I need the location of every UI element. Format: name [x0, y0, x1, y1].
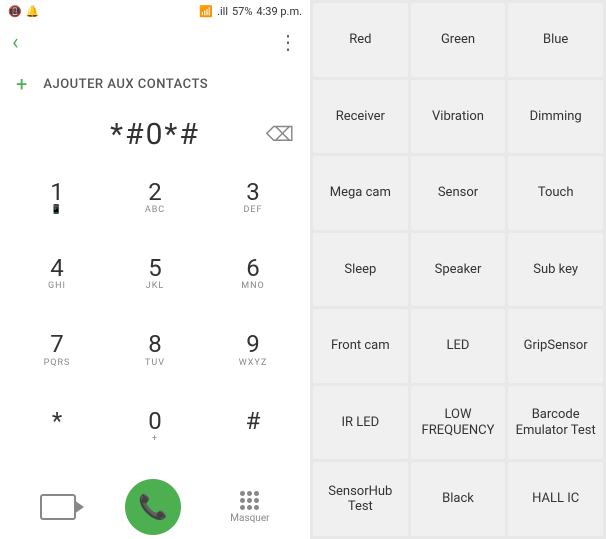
key-3[interactable]: 3 DEF: [204, 166, 302, 230]
test-btn-front-cam[interactable]: Front cam: [313, 309, 408, 383]
test-btn-low-frequency[interactable]: LOW FREQUENCY: [411, 386, 506, 460]
phone-icon: 📞: [138, 493, 168, 521]
key-3-sub: DEF: [244, 205, 263, 217]
dot: [254, 491, 259, 496]
dot: [240, 491, 245, 496]
key-6[interactable]: 6 MNO: [204, 242, 302, 306]
status-left: 📵 🔔: [8, 5, 39, 18]
test-btn-black[interactable]: Black: [411, 462, 506, 536]
key-4-sub: GHI: [48, 281, 66, 293]
clock: 4:39 p.m.: [256, 5, 302, 18]
key-8-main: 8: [148, 331, 162, 357]
grid-dots: [240, 491, 259, 510]
key-2-sub: ABC: [145, 205, 165, 217]
phone-dialer-panel: 📵 🔔 📶 .ill 57% 4:39 p.m. ‹ ⋮ + AJOUTER A…: [0, 0, 310, 539]
wifi-icon: 📶: [199, 5, 213, 18]
grid-icon: [240, 491, 259, 510]
key-4[interactable]: 4 GHI: [8, 242, 106, 306]
key-5-main: 5: [148, 255, 162, 281]
key-1[interactable]: 1 📱: [8, 166, 106, 230]
key-9[interactable]: 9 WXYZ: [204, 319, 302, 383]
test-buttons-panel: RedGreenBlue ReceiverVibrationDimming Mega…: [310, 0, 606, 539]
video-call-button[interactable]: [40, 494, 76, 520]
hide-keypad-button[interactable]: Masquer: [230, 491, 269, 524]
dialer-display: *#0*# ⌫: [0, 106, 310, 162]
test-btn-receiver[interactable]: Receiver: [313, 80, 408, 154]
key-1-sub: 📱: [51, 205, 63, 217]
key-hash-main: #: [246, 408, 261, 434]
test-btn-blue[interactable]: Blue: [508, 3, 603, 77]
add-contact-icon: +: [16, 72, 27, 96]
key-5-sub: JKL: [146, 281, 164, 293]
dot: [240, 498, 245, 503]
status-right: 📶 .ill 57% 4:39 p.m.: [199, 5, 302, 18]
add-contact-label: AJOUTER AUX CONTACTS: [43, 77, 208, 92]
key-7-sub: PQRS: [44, 358, 71, 370]
test-btn-sensorhub-test[interactable]: SensorHub Test: [313, 462, 408, 536]
key-0[interactable]: 0 +: [106, 395, 204, 459]
test-btn-speaker[interactable]: Speaker: [411, 233, 506, 307]
key-8[interactable]: 8 TUV: [106, 319, 204, 383]
test-btn-sleep[interactable]: Sleep: [313, 233, 408, 307]
add-contact-bar[interactable]: + AJOUTER AUX CONTACTS: [0, 62, 310, 106]
test-btn-touch[interactable]: Touch: [508, 156, 603, 230]
key-2-main: 2: [148, 179, 162, 205]
key-3-main: 3: [246, 179, 260, 205]
key-hash[interactable]: #: [204, 395, 302, 459]
key-4-main: 4: [50, 255, 64, 281]
test-btn-barcode-emulator-test[interactable]: Barcode Emulator Test: [508, 386, 603, 460]
key-8-sub: TUV: [145, 358, 165, 370]
call-button[interactable]: 📞: [125, 479, 181, 535]
key-5[interactable]: 5 JKL: [106, 242, 204, 306]
dot: [247, 491, 252, 496]
test-btn-vibration[interactable]: Vibration: [411, 80, 506, 154]
dot: [254, 505, 259, 510]
more-options-button[interactable]: ⋮: [278, 30, 298, 54]
dot: [247, 505, 252, 510]
test-btn-sub-key[interactable]: Sub key: [508, 233, 603, 307]
keypad: 1 📱 2 ABC 3 DEF 4 GHI 5 JKL 6 MNO 7 PQRS: [0, 162, 310, 475]
back-button[interactable]: ‹: [12, 30, 19, 55]
test-btn-green[interactable]: Green: [411, 3, 506, 77]
test-btn-ir-led[interactable]: IR LED: [313, 386, 408, 460]
key-2[interactable]: 2 ABC: [106, 166, 204, 230]
battery-level: 57%: [232, 5, 252, 18]
video-icon: [40, 494, 76, 520]
test-btn-sensor[interactable]: Sensor: [411, 156, 506, 230]
key-9-sub: WXYZ: [239, 358, 267, 370]
key-9-main: 9: [246, 331, 260, 357]
dialer-number: *#0*#: [16, 117, 294, 152]
key-6-main: 6: [246, 255, 260, 281]
key-7-main: 7: [50, 331, 64, 357]
test-btn-led[interactable]: LED: [411, 309, 506, 383]
key-0-sub: +: [152, 434, 158, 446]
dot: [240, 505, 245, 510]
hide-keypad-label: Masquer: [230, 513, 269, 524]
key-0-main: 0: [148, 408, 162, 434]
test-btn-mega-cam[interactable]: Mega cam: [313, 156, 408, 230]
android-icons: 🔔: [26, 5, 40, 18]
test-btn-dimming[interactable]: Dimming: [508, 80, 603, 154]
key-7[interactable]: 7 PQRS: [8, 319, 106, 383]
top-bar: ‹ ⋮: [0, 22, 310, 62]
signal-icon: .ill: [217, 5, 228, 18]
test-btn-gripsensor[interactable]: GripSensor: [508, 309, 603, 383]
test-btn-hall-ic[interactable]: HALL IC: [508, 462, 603, 536]
key-1-main: 1: [50, 179, 64, 205]
notification-icons: 📵: [8, 5, 22, 18]
key-star-main: *: [52, 408, 62, 434]
test-btn-red[interactable]: Red: [313, 3, 408, 77]
key-6-sub: MNO: [241, 281, 264, 293]
dot: [254, 498, 259, 503]
key-star[interactable]: *: [8, 395, 106, 459]
bottom-actions: 📞 Masquer: [0, 475, 310, 539]
backspace-button[interactable]: ⌫: [266, 122, 294, 146]
status-bar: 📵 🔔 📶 .ill 57% 4:39 p.m.: [0, 0, 310, 22]
dot: [247, 498, 252, 503]
